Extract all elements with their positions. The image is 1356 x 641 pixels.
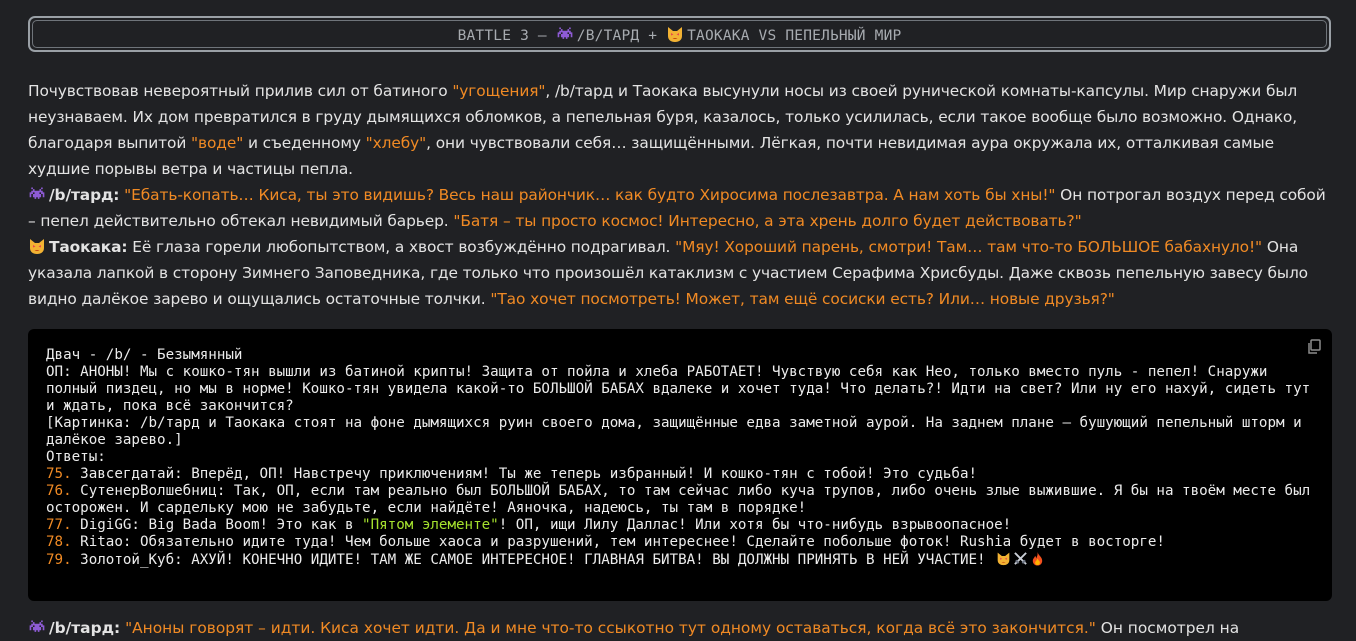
speaker-name: /b/тард: xyxy=(49,186,120,204)
pouting-cat-icon xyxy=(28,237,46,255)
speaker-name: /b/тард: xyxy=(49,619,121,637)
fire-icon xyxy=(1032,551,1043,566)
op-post: ОП: АНОНЫ! Мы с кошко-тян вышли из батин… xyxy=(46,364,1319,414)
speaker-name: Таокака: xyxy=(49,238,128,256)
next-speaker-line: /b/тард: "Аноны говорят – идти. Киса хоч… xyxy=(28,615,1338,641)
quote: "воде" xyxy=(191,134,244,152)
answers-label: Ответы: xyxy=(46,449,106,465)
speaker-line-taokaka: Таокака: Её глаза горели любопытством, а… xyxy=(28,237,1309,308)
crossed-swords-icon xyxy=(1014,552,1027,565)
pouting-cat-icon xyxy=(996,551,1011,566)
alien-monster-icon xyxy=(28,618,46,636)
quote: "угощения" xyxy=(452,82,546,100)
alien-monster-icon xyxy=(556,25,574,43)
code-block: Двач - /b/ - Безымянный ОП: АНОНЫ! Мы с к… xyxy=(28,329,1332,601)
quote: "хлебу" xyxy=(365,134,427,152)
op-picture: [Картинка: /b/тард и Таокака стоят на фо… xyxy=(46,415,1311,448)
battle-banner: BATTLE 3 – /B/ТАРД + ТАОКАКА VS ПЕПЕЛЬНЫ… xyxy=(28,16,1331,52)
reply: 75. Завсегдатай: Вперёд, ОП! Навстречу п… xyxy=(46,466,978,482)
reply: 78. Ritao: Обязательно идите туда! Чем б… xyxy=(46,534,1165,550)
reply: 76. СутенерВолшебниц: Так, ОП, если там … xyxy=(46,483,1319,516)
copy-icon[interactable] xyxy=(1306,339,1322,355)
reply: 79. Золотой_Куб: АХУЙ! КОНЕЧНО ИДИТЕ! ТА… xyxy=(46,551,1314,569)
banner-title: BATTLE 3 – /B/ТАРД + ТАОКАКА VS ПЕПЕЛЬНЫ… xyxy=(458,25,902,44)
thread-header: Двач - /b/ - Безымянный xyxy=(46,347,243,363)
pouting-cat-icon xyxy=(666,25,684,43)
reply: 77. DigiGG: Big Bada Boom! Это как в "Пя… xyxy=(46,517,1012,533)
speaker-line-btard: /b/тард: "Ебать-копать… Киса, ты это вид… xyxy=(28,185,1326,230)
story-text: Почувствовав невероятный прилив сил от б… xyxy=(28,78,1338,312)
alien-monster-icon xyxy=(28,185,46,203)
story-paragraph: Почувствовав невероятный прилив сил от б… xyxy=(28,82,1298,178)
